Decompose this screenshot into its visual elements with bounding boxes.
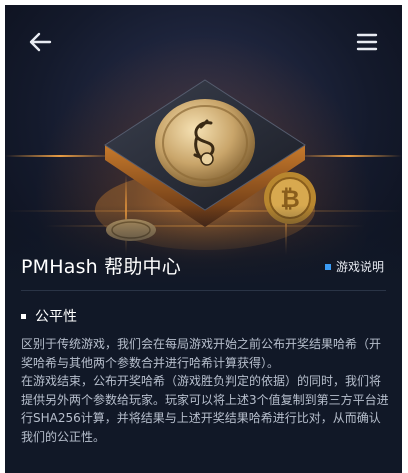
tag-label: 游戏说明 bbox=[335, 260, 384, 274]
paragraph: 区别于传统游戏，我们会在每局游戏开始之前公布开奖结果哈希（开奖哈希与其他两个参数… bbox=[21, 337, 382, 370]
section-header: 公平性 bbox=[21, 306, 77, 326]
horse-logo-icon bbox=[183, 117, 227, 169]
section-body: 区别于传统游戏，我们会在每局游戏开始之前公布开奖结果哈希（开奖哈希与其他两个参数… bbox=[21, 335, 391, 447]
tag-bullet-icon bbox=[324, 263, 331, 270]
hero-banner: ₿ bbox=[5, 5, 402, 285]
hamburger-menu-icon bbox=[356, 33, 378, 51]
page-title: PMHash 帮助中心 bbox=[21, 256, 181, 278]
game-rules-tag[interactable]: 游戏说明 bbox=[324, 258, 384, 275]
arrow-left-icon bbox=[29, 32, 52, 52]
back-button[interactable] bbox=[25, 27, 55, 57]
paragraph: 在游戏结束，公布开奖哈希（游戏胜负判定的依据）的同时，我们将提供另外两个参数给玩… bbox=[21, 374, 389, 444]
divider bbox=[21, 290, 386, 291]
help-page: ₿ PMHash 帮助中心 游戏说明 公平性 区别于传统游戏，我们会在每局游戏开… bbox=[5, 5, 402, 473]
menu-button[interactable] bbox=[352, 27, 382, 57]
section-title: 公平性 bbox=[35, 309, 77, 325]
section-bullet-icon bbox=[21, 313, 26, 319]
